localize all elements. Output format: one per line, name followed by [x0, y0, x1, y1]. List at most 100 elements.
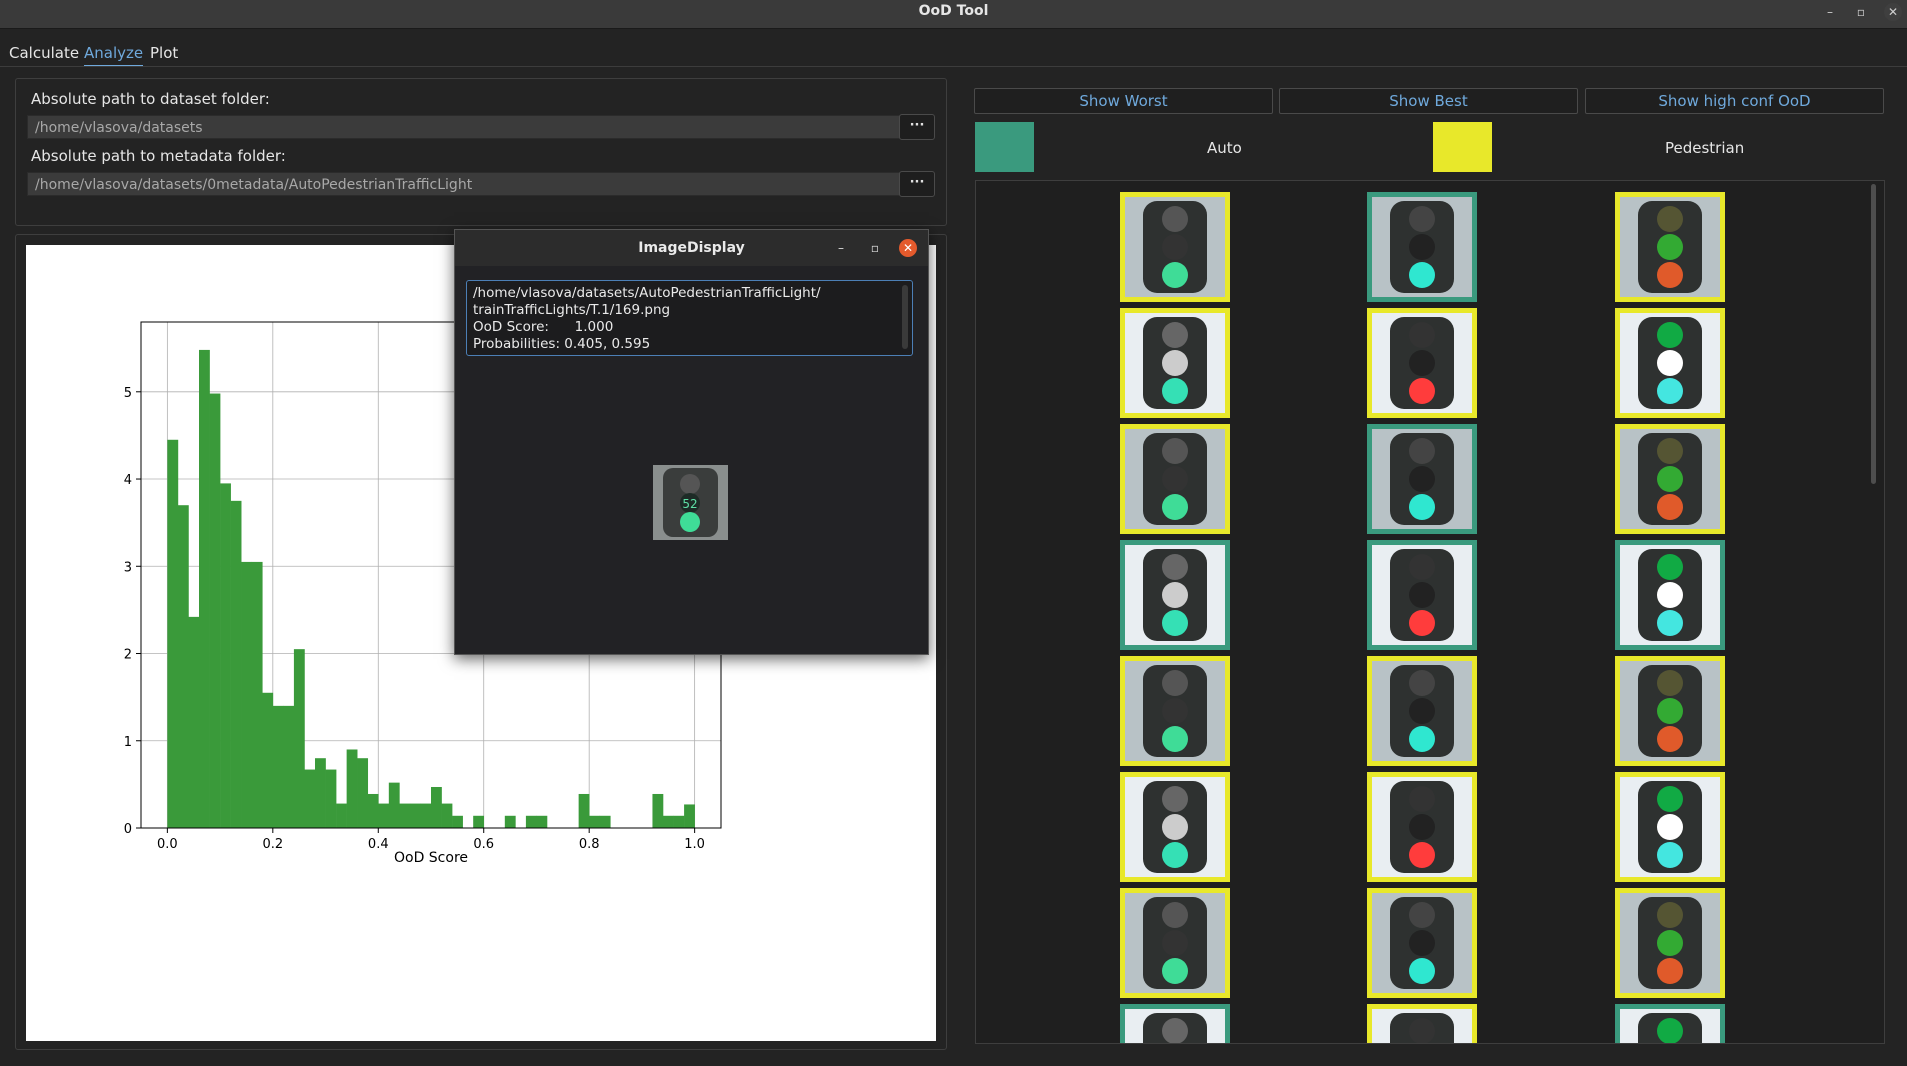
traffic-light-image	[1620, 1009, 1720, 1043]
svg-text:52: 52	[682, 497, 697, 511]
traffic-light-image	[1372, 313, 1472, 413]
traffic-light-thumbnail[interactable]	[1367, 772, 1477, 882]
traffic-light-thumbnail[interactable]	[1367, 656, 1477, 766]
info-path-line2: trainTrafficLights/T.1/169.png	[473, 302, 671, 318]
traffic-light-thumbnail[interactable]	[1615, 424, 1725, 534]
minimize-icon[interactable]: –	[1821, 3, 1839, 21]
histogram-bar	[241, 561, 253, 828]
traffic-light-thumbnail[interactable]	[1367, 888, 1477, 998]
traffic-light-thumbnail[interactable]	[1615, 656, 1725, 766]
tab-analyze[interactable]: Analyze	[84, 44, 144, 67]
dataset-path-label: Absolute path to dataset folder:	[31, 90, 270, 108]
traffic-light-image	[1620, 197, 1720, 297]
traffic-light-image	[1372, 545, 1472, 645]
histogram-bar	[220, 483, 231, 828]
dataset-path-input[interactable]: /home/vlasova/datasets	[27, 115, 909, 139]
histogram-bar	[652, 793, 664, 828]
info-score-line: OoD Score: 1.000	[473, 319, 614, 335]
show-best-button[interactable]: Show Best	[1279, 88, 1578, 114]
histogram-bar	[251, 561, 263, 828]
traffic-light-thumbnail[interactable]	[1120, 772, 1230, 882]
histogram-bar	[336, 803, 347, 828]
traffic-light-image	[1125, 197, 1225, 297]
maximize-icon[interactable]: ▫	[1852, 3, 1870, 21]
title-bar: OoD Tool – ▫ ✕	[0, 0, 1907, 29]
dialog-close-icon[interactable]: ✕	[899, 239, 917, 257]
histogram-bar	[599, 815, 611, 828]
histogram-bar	[357, 758, 369, 828]
traffic-light-image	[1372, 429, 1472, 529]
histogram-bar	[441, 803, 453, 828]
pedestrian-swatch	[1433, 122, 1492, 172]
traffic-light-thumbnail[interactable]	[1615, 772, 1725, 882]
x-tick-label: 0.8	[579, 837, 600, 852]
metadata-path-input[interactable]: /home/vlasova/datasets/0metadata/AutoPed…	[27, 172, 909, 196]
histogram-bar	[673, 815, 685, 828]
histogram-bar	[199, 349, 210, 828]
dialog-maximize-icon[interactable]: ▫	[866, 239, 884, 257]
traffic-light-thumbnail[interactable]	[1615, 192, 1725, 302]
path-panel: Absolute path to dataset folder: /home/v…	[15, 78, 947, 226]
histogram-bar	[272, 705, 284, 828]
traffic-light-thumbnail[interactable]	[1120, 424, 1230, 534]
traffic-light-thumbnail[interactable]	[1367, 308, 1477, 418]
traffic-light-image	[1125, 777, 1225, 877]
histogram-bar	[431, 786, 442, 828]
image-display-dialog: ImageDisplay – ▫ ✕ /home/vlasova/dataset…	[454, 229, 929, 655]
traffic-light-thumbnail[interactable]	[1367, 192, 1477, 302]
show-high-conf-ood-button[interactable]: Show high conf OoD	[1585, 88, 1884, 114]
traffic-light-thumbnail[interactable]	[1367, 1004, 1477, 1043]
traffic-light-image	[1620, 429, 1720, 529]
traffic-light-thumbnail[interactable]	[1120, 540, 1230, 650]
traffic-light-thumbnail[interactable]	[1120, 192, 1230, 302]
histogram-bar	[409, 803, 421, 828]
histogram-bar	[663, 815, 674, 828]
traffic-light-thumbnail[interactable]	[1615, 308, 1725, 418]
traffic-light-image	[1372, 1009, 1472, 1043]
dialog-minimize-icon[interactable]: –	[832, 239, 850, 257]
y-tick-label: 0	[124, 822, 132, 837]
x-axis-label: OoD Score	[394, 850, 468, 866]
y-tick-label: 2	[124, 648, 132, 663]
show-worst-button[interactable]: Show Worst	[974, 88, 1273, 114]
traffic-light-thumbnail[interactable]	[1120, 656, 1230, 766]
histogram-bar	[589, 815, 601, 828]
histogram-bar	[188, 616, 200, 828]
traffic-light-image	[1372, 777, 1472, 877]
close-icon[interactable]: ✕	[1884, 3, 1902, 21]
traffic-light-thumbnail[interactable]	[1615, 1004, 1725, 1043]
image-grid	[975, 180, 1885, 1044]
traffic-light-image	[1125, 429, 1225, 529]
traffic-light-thumbnail[interactable]	[1120, 888, 1230, 998]
histogram-bar	[346, 749, 358, 828]
histogram-bar	[420, 803, 432, 828]
histogram-bar	[315, 758, 326, 828]
traffic-light-thumbnail[interactable]	[1615, 888, 1725, 998]
metadata-browse-button[interactable]: ···	[899, 171, 935, 197]
info-scrollbar[interactable]	[902, 285, 908, 349]
histogram-bar	[283, 705, 295, 828]
grid-scrollbar[interactable]	[1871, 184, 1876, 484]
info-prob-line: Probabilities: 0.405, 0.595	[473, 336, 651, 352]
histogram-bar	[367, 793, 379, 828]
tab-plot[interactable]: Plot	[150, 44, 178, 62]
traffic-light-thumbnail[interactable]	[1615, 540, 1725, 650]
dataset-browse-button[interactable]: ···	[899, 114, 935, 140]
auto-swatch	[975, 122, 1034, 172]
x-tick-label: 0.2	[262, 837, 283, 852]
y-tick-label: 4	[124, 473, 132, 488]
pedestrian-legend-label: Pedestrian	[1665, 139, 1745, 157]
traffic-light-image	[1620, 661, 1720, 761]
histogram-bar	[399, 803, 411, 828]
image-info-text[interactable]: /home/vlasova/datasets/AutoPedestrianTra…	[466, 280, 913, 356]
tab-calculate[interactable]: Calculate	[9, 44, 79, 62]
histogram-bar	[209, 393, 221, 828]
traffic-light-thumbnail[interactable]	[1120, 308, 1230, 418]
tab-divider	[0, 66, 1907, 67]
traffic-light-thumbnail[interactable]	[1367, 540, 1477, 650]
traffic-light-image	[1620, 893, 1720, 993]
window-title: OoD Tool	[918, 3, 989, 19]
traffic-light-thumbnail[interactable]	[1120, 1004, 1230, 1043]
traffic-light-thumbnail[interactable]	[1367, 424, 1477, 534]
traffic-light-image	[1620, 313, 1720, 413]
